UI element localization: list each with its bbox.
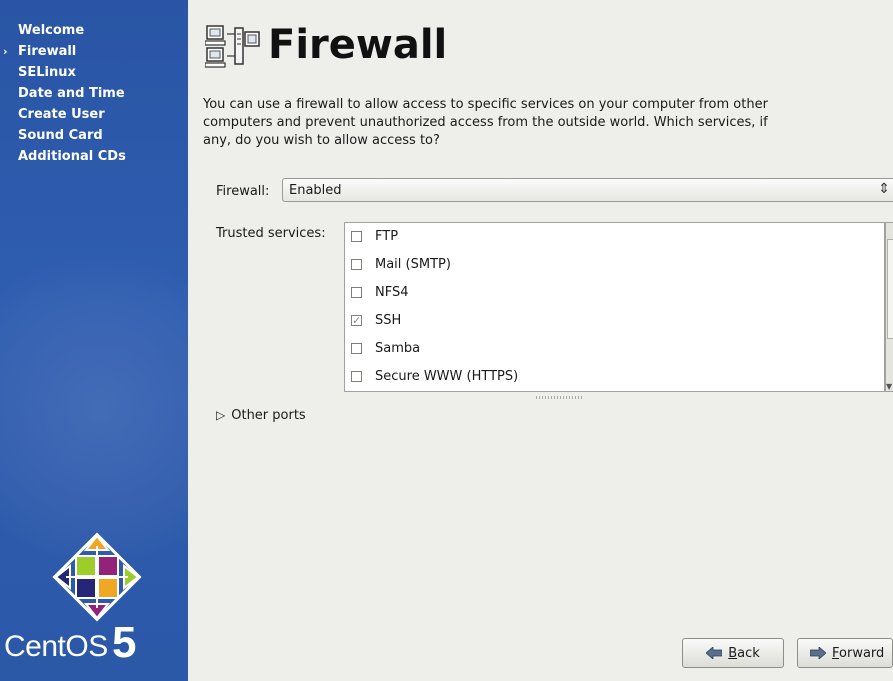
checkbox-nfs4[interactable]	[351, 287, 362, 298]
firewall-label: Firewall:	[216, 184, 270, 199]
scrollbar-thumb[interactable]	[887, 239, 893, 339]
checkbox-secure-www-https[interactable]	[351, 371, 362, 382]
service-item-samba[interactable]: Samba	[345, 335, 884, 363]
service-label: Secure WWW (HTTPS)	[375, 369, 519, 384]
firewall-computers-icon	[205, 25, 260, 68]
firewall-select[interactable]: Enabled ⇕	[282, 178, 893, 202]
checkbox-ftp[interactable]	[351, 231, 362, 242]
back-button[interactable]: Back	[682, 638, 784, 668]
sidebar-item-date-and-time: Date and Time	[0, 83, 126, 104]
service-label: Mail (SMTP)	[375, 257, 451, 272]
service-label: SSH	[375, 313, 402, 328]
service-label: FTP	[375, 229, 399, 244]
expander-arrow-icon: ▷	[216, 408, 226, 422]
service-label: NFS4	[375, 285, 409, 300]
service-item-secure-www-https[interactable]: Secure WWW (HTTPS)	[345, 363, 884, 391]
sidebar-item-additional-cds: Additional CDs	[0, 146, 126, 167]
checkbox-mail-smtp[interactable]	[351, 259, 362, 270]
service-label: Samba	[375, 341, 421, 356]
checkbox-ssh[interactable]	[351, 307, 362, 335]
brand-logo-text: CentOS 5	[4, 618, 136, 667]
brand-version: 5	[112, 618, 136, 667]
sidebar-item-label: Create User	[18, 107, 105, 122]
sidebar-item-label: SELinux	[18, 65, 76, 80]
service-item-ssh[interactable]: SSH	[345, 307, 884, 335]
other-ports-label: Other ports	[231, 408, 306, 423]
sidebar: Welcome › Firewall SELinux Date and Time …	[0, 0, 188, 681]
current-step-arrow-icon: ›	[3, 45, 8, 58]
page-description: You can use a firewall to allow access t…	[203, 97, 768, 148]
sidebar-item-welcome: Welcome	[0, 20, 126, 41]
sidebar-item-label: Sound Card	[18, 128, 103, 143]
back-arrow-icon	[706, 647, 723, 659]
sidebar-item-create-user: Create User	[0, 104, 126, 125]
firewall-select-value: Enabled	[289, 183, 342, 198]
sidebar-item-selinux: SELinux	[0, 62, 126, 83]
sidebar-item-label: Date and Time	[18, 86, 125, 101]
forward-button[interactable]: Forward	[797, 638, 893, 668]
resize-grip[interactable]	[536, 396, 582, 399]
trusted-services-list: FTP Mail (SMTP) NFS4 SSH Samba Secure WW…	[344, 222, 885, 392]
back-button-label: Back	[728, 645, 760, 661]
service-item-ftp[interactable]: FTP	[345, 223, 884, 251]
sidebar-item-label: Welcome	[18, 23, 85, 38]
scroll-down-arrow-icon[interactable]: ▼	[886, 382, 892, 391]
page-title: Firewall	[268, 22, 448, 68]
service-item-mail-smtp[interactable]: Mail (SMTP)	[345, 251, 884, 279]
trusted-services-label: Trusted services:	[216, 226, 326, 241]
select-arrows-icon: ⇕	[878, 181, 890, 197]
service-item-nfs4[interactable]: NFS4	[345, 279, 884, 307]
sidebar-item-label: Additional CDs	[18, 149, 126, 164]
checkbox-samba[interactable]	[351, 343, 362, 354]
services-scrollbar[interactable]: ▼	[885, 222, 893, 392]
sidebar-item-firewall: › Firewall	[0, 41, 126, 62]
other-ports-expander[interactable]: ▷ Other ports	[216, 408, 306, 423]
main-panel: Firewall You can use a firewall to allow…	[188, 0, 893, 681]
sidebar-item-label: Firewall	[18, 44, 77, 59]
sidebar-nav: Welcome › Firewall SELinux Date and Time …	[0, 20, 126, 167]
forward-button-label: Forward	[832, 645, 885, 661]
forward-arrow-icon	[810, 647, 826, 659]
sidebar-item-sound-card: Sound Card	[0, 125, 126, 146]
brand-name: CentOS	[4, 630, 108, 663]
centos-logo-icon	[52, 532, 142, 622]
